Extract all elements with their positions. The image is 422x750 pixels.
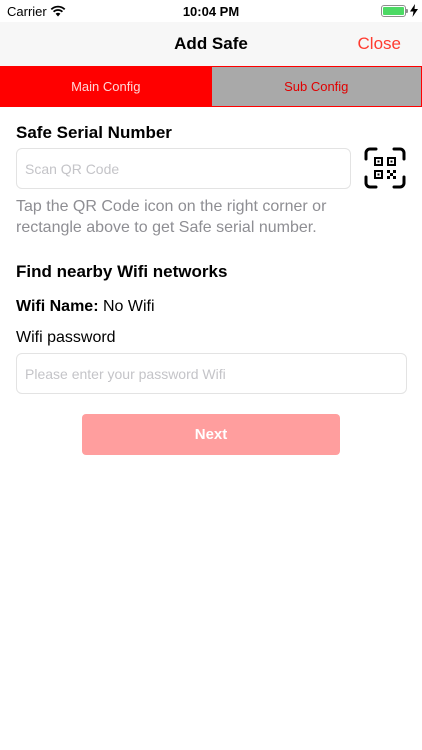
- wifi-name-row: Wifi Name: No Wifi: [16, 298, 155, 316]
- navigation-bar: Add Safe Close: [0, 22, 422, 66]
- status-bar: Carrier 10:04 PM: [0, 0, 422, 22]
- wifi-networks-heading: Find nearby Wifi networks: [16, 262, 228, 281]
- tab-sub-config[interactable]: Sub Config: [210, 67, 421, 106]
- serial-number-input[interactable]: [16, 148, 351, 189]
- wifi-name-value: No Wifi: [98, 298, 155, 315]
- close-button[interactable]: Close: [358, 34, 401, 54]
- wifi-name-label: Wifi Name:: [16, 298, 99, 315]
- serial-number-hint: Tap the QR Code icon on the right corner…: [16, 198, 327, 236]
- next-button[interactable]: Next: [82, 414, 340, 455]
- config-segmented-control: Main Config Sub Config: [0, 66, 422, 107]
- charging-bolt-icon: [410, 4, 418, 17]
- status-time: 10:04 PM: [182, 4, 240, 19]
- tab-main-config[interactable]: Main Config: [1, 67, 211, 106]
- scan-qr-button[interactable]: [363, 146, 407, 190]
- qr-code-icon: [364, 147, 406, 189]
- wifi-password-input[interactable]: [16, 353, 407, 394]
- battery-icon: [381, 5, 408, 17]
- wifi-password-label: Wifi password: [16, 329, 116, 346]
- serial-number-heading: Safe Serial Number: [16, 123, 172, 142]
